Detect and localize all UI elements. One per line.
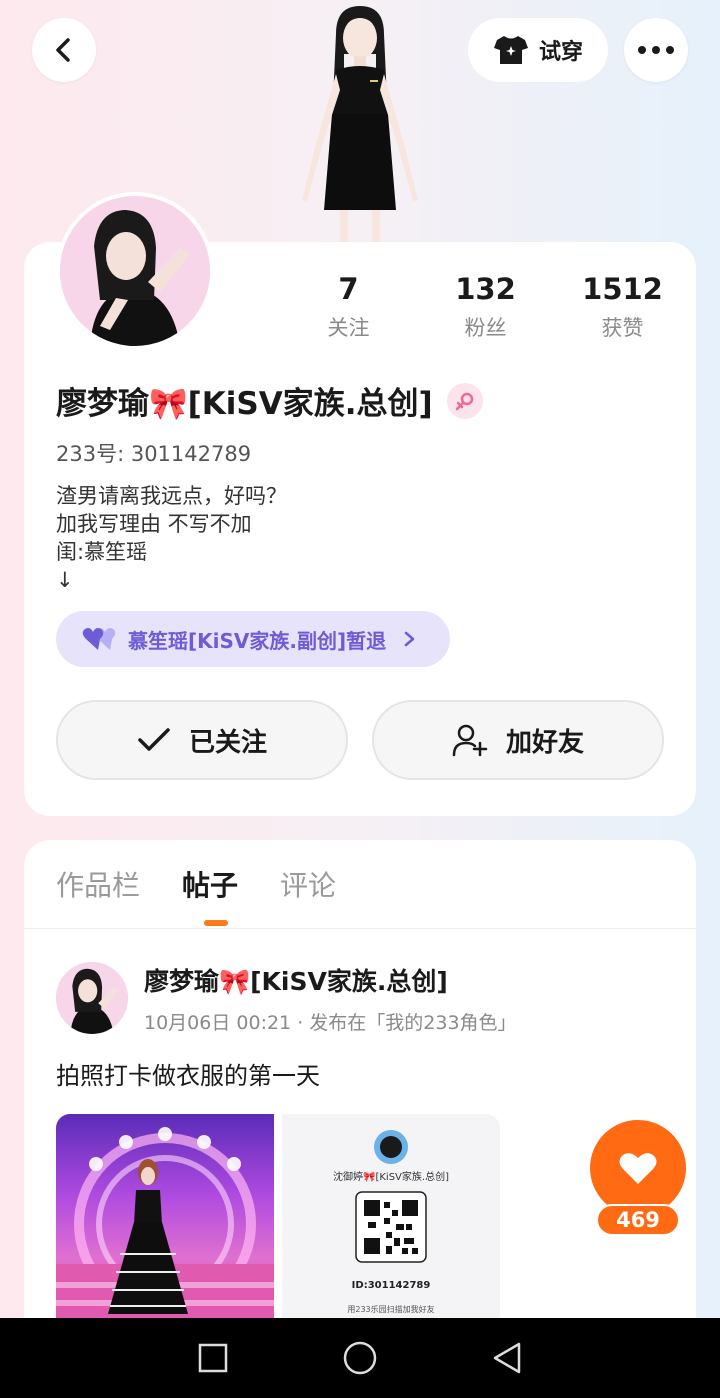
avatar-portrait	[56, 962, 128, 1034]
try-on-label: 试穿	[538, 40, 583, 65]
system-nav-bar	[0, 1318, 720, 1398]
more-icon	[638, 46, 674, 54]
stat-value: 132	[455, 272, 516, 306]
bio-line: 渣男请离我远点，好吗？	[56, 484, 287, 508]
female-gender-icon	[446, 382, 483, 419]
like-button[interactable]	[590, 1120, 686, 1216]
tab-comments[interactable]: 评论	[280, 864, 336, 904]
avatar-portrait	[60, 196, 210, 346]
stat-label: 关注	[327, 316, 370, 340]
stat-label: 粉丝	[464, 316, 507, 340]
user-id: 233号: 301142789	[56, 442, 252, 466]
followed-button[interactable]: 已关注	[56, 700, 348, 780]
stage-photo	[56, 1127, 274, 1320]
add-friend-label: 加好友	[505, 727, 584, 758]
qr-card-id: ID:301142789	[351, 1280, 431, 1291]
add-friend-button[interactable]: 加好友	[372, 700, 664, 780]
bio-line: ↓	[56, 568, 74, 592]
post-author-name[interactable]: 廖梦瑜🎀[KiSV家族.总创]	[144, 962, 448, 998]
double-heart-icon	[82, 628, 116, 650]
add-user-icon	[452, 724, 488, 757]
try-on-button[interactable]: 试穿	[468, 18, 608, 82]
stat-value: 1512	[582, 272, 663, 306]
post-meta: 10月06日 00:21 · 发布在「我的233角色」	[144, 1012, 517, 1034]
family-link-label: 慕笙瑶[KiSV家族.副创]暂退	[128, 628, 387, 653]
avatar[interactable]	[56, 192, 214, 350]
active-tab-indicator	[204, 920, 228, 926]
bio: 渣男请离我远点，好吗？ 加我写理由 不写不加 闺:慕笙瑶 ↓	[56, 482, 287, 594]
post-author-avatar[interactable]	[56, 962, 128, 1034]
profile-name: 廖梦瑜🎀[KiSV家族.总创]	[56, 386, 433, 422]
stat-label: 获赞	[601, 316, 644, 340]
profile-name-row: 廖梦瑜🎀[KiSV家族.总创]	[56, 378, 483, 423]
post-text: 拍照打卡做衣服的第一天	[56, 1062, 320, 1090]
shirt-icon	[493, 36, 528, 64]
stat-value: 7	[338, 272, 359, 306]
bio-line: 闺:慕笙瑶	[56, 540, 148, 564]
recent-apps-icon[interactable]	[197, 1342, 229, 1374]
qr-card-hint: 用233乐园扫描加我好友	[347, 1305, 435, 1314]
chevron-left-icon	[56, 38, 70, 62]
post-image-qrcard[interactable]: 沈御婷🎀[KiSV家族.总创] ID:301142789 用233乐园扫描加我好…	[282, 1114, 500, 1320]
content-tabs: 作品栏 帖子 评论	[56, 864, 336, 904]
bio-line: 加我写理由 不写不加	[56, 512, 252, 536]
chevron-right-icon	[404, 631, 415, 647]
post-image-stage[interactable]	[56, 1114, 274, 1320]
back-button[interactable]	[32, 18, 96, 82]
stat-likes[interactable]: 1512 获赞	[554, 272, 691, 342]
check-icon	[138, 728, 170, 751]
more-button[interactable]	[624, 18, 688, 82]
qr-card-name: 沈御婷🎀[KiSV家族.总创]	[333, 1172, 449, 1183]
stats-row: 7 关注 132 粉丝 1512 获赞	[280, 272, 692, 342]
followed-label: 已关注	[188, 727, 267, 758]
stat-following[interactable]: 7 关注	[280, 272, 417, 342]
tab-divider	[24, 928, 696, 929]
family-link[interactable]: 慕笙瑶[KiSV家族.副创]暂退	[56, 611, 450, 667]
tab-works[interactable]: 作品栏	[56, 864, 140, 904]
stat-followers[interactable]: 132 粉丝	[417, 272, 554, 342]
home-icon[interactable]	[342, 1340, 378, 1376]
back-nav-icon[interactable]	[491, 1341, 523, 1375]
avatar-3d-figure	[302, 6, 418, 244]
like-count: 469	[596, 1204, 680, 1236]
tab-posts[interactable]: 帖子	[182, 864, 238, 904]
heart-icon	[619, 1153, 657, 1184]
